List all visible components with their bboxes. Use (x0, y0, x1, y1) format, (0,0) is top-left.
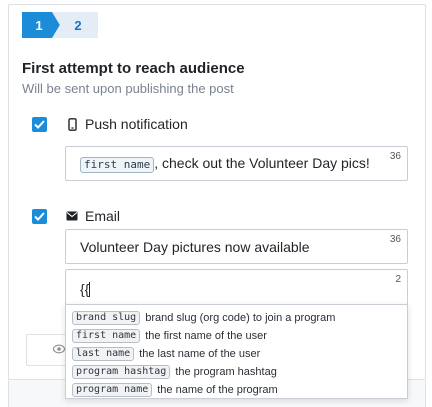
suggestion-description: the first name of the user (145, 330, 267, 342)
email-subject-count: 36 (389, 234, 401, 245)
push-notification-label-text: Push notification (85, 116, 188, 132)
suggestion-item[interactable]: first name the first name of the user (66, 327, 407, 345)
text-cursor (89, 282, 91, 297)
email-body-count: 2 (395, 274, 401, 285)
first-name-token[interactable]: first name (80, 157, 155, 173)
email-subject-input[interactable]: Volunteer Day pictures now available 36 (65, 229, 408, 264)
suggestion-item[interactable]: last name the last name of the user (66, 345, 407, 363)
suggestion-description: the program hashtag (175, 366, 277, 378)
email-subject-text: Volunteer Day pictures now available (80, 239, 310, 255)
push-char-count: 36 (389, 151, 401, 162)
push-message-text: , check out the Volunteer Day pics! (154, 155, 370, 171)
email-body-input[interactable]: {{ 2 (65, 269, 408, 305)
step-1[interactable]: 1 (22, 12, 60, 38)
checkmark-icon (34, 120, 45, 129)
suggestion-tag: program hashtag (72, 365, 171, 379)
suggestion-description: brand slug (org code) to join a program (145, 312, 336, 324)
section-subtitle: Will be sent upon publishing the post (22, 81, 234, 96)
checkmark-icon (34, 212, 45, 221)
email-label-text: Email (85, 208, 121, 224)
email-label: Email (65, 208, 120, 224)
envelope-icon (65, 209, 79, 223)
email-body-text: {{ (80, 281, 90, 297)
suggestion-tag: program name (72, 383, 153, 397)
push-notification-checkbox[interactable] (32, 117, 47, 132)
suggestion-tag: first name (72, 329, 141, 343)
suggestion-tag: brand slug (72, 311, 141, 325)
suggestion-description: the last name of the user (139, 348, 261, 360)
suggestion-tag: last name (72, 347, 135, 361)
phone-icon (65, 117, 79, 131)
email-checkbox[interactable] (32, 209, 47, 224)
placeholder-suggestions-dropdown: brand slug brand slug (org code) to join… (65, 304, 408, 399)
eye-icon (53, 344, 65, 354)
push-notification-label: Push notification (65, 116, 188, 132)
stepper: 1 2 (22, 12, 98, 38)
section-title: First attempt to reach audience (22, 60, 245, 77)
push-message-input[interactable]: first name, check out the Volunteer Day … (65, 146, 408, 181)
suggestion-item[interactable]: program hashtag the program hashtag (66, 363, 407, 381)
suggestion-description: the name of the program (157, 384, 278, 396)
suggestion-item[interactable]: program name the name of the program (66, 381, 407, 399)
suggestion-item[interactable]: brand slug brand slug (org code) to join… (66, 309, 407, 327)
